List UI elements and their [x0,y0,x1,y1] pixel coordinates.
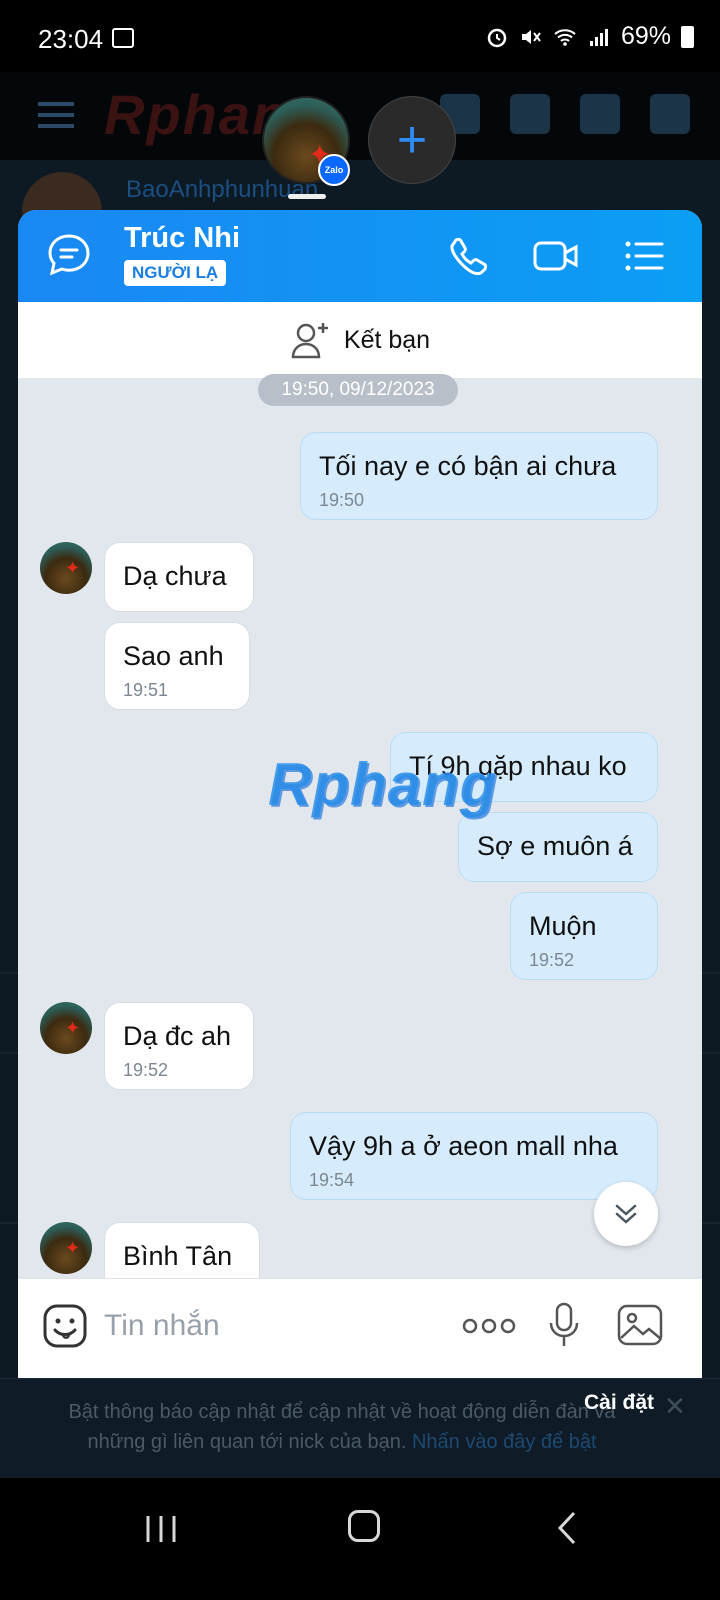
notification-text: Bật thông báo cập nhật để cập nhật về ho… [62,1397,622,1457]
search-icon [650,94,690,134]
chevron-double-down-icon [615,1204,637,1224]
signal-icon [589,28,608,46]
image-gallery-icon[interactable] [616,1303,664,1347]
enable-notifications-link[interactable]: Nhấn vào đây để bật [412,1431,597,1453]
video-call-icon[interactable] [532,234,580,278]
alarm-icon [487,28,507,47]
contact-avatar[interactable] [40,1222,92,1274]
status-time: 23:04 [38,24,104,54]
contact-avatar[interactable] [40,542,92,594]
watermark-logo: Rphang [268,750,497,819]
message-time: 19:52 [123,1060,169,1080]
system-nav-bar [0,1478,720,1600]
stranger-badge: NGƯỜI LẠ [124,260,227,286]
message-text: Dạ chưa [123,561,227,591]
add-friend-label: Kết bạn [343,325,431,354]
message-text: Dạ đc ah [123,1021,232,1051]
message-bubble-outgoing[interactable]: Muộn 19:52 [510,892,658,980]
message-bubble-incoming[interactable]: Dạ đc ah 19:52 [104,1002,254,1090]
message-time: 19:54 [309,1170,355,1190]
message-text: Sợ e muôn á [477,831,633,861]
chat-header: Trúc Nhi NGƯỜI LẠ [18,210,702,302]
contact-avatar[interactable] [40,1002,92,1054]
battery-level: 69% [620,22,671,50]
message-text: Vậy 9h a ở aeon mall nha [309,1131,618,1161]
message-text: Bình Tân [123,1241,233,1271]
settings-button[interactable]: Cài đặt [584,1391,654,1415]
message-input[interactable]: Tin nhắn [104,1309,220,1343]
add-friend-button[interactable]: Kết bạn [18,302,702,378]
message-bubble-incoming[interactable]: Dạ chưa [104,542,254,612]
menu-icon [38,102,74,128]
message-text: Muộn [529,911,597,941]
message-bubble-outgoing[interactable]: Sợ e muôn á [458,812,658,882]
sticker-icon[interactable] [42,1303,88,1349]
message-bubble-incoming[interactable]: Sao anh 19:51 [104,622,250,710]
message-time: 19:52 [529,950,575,970]
chat-head-indicator [288,194,326,199]
watermark-text: Rphang [268,751,498,818]
battery-icon [681,25,694,48]
message-time: 19:50 [319,490,365,510]
phone-screen: 23:04 69% Rphang BaoAnhphunhuan ✦ Zalo +… [0,0,720,1600]
add-friend-icon [291,323,328,359]
bell-icon [510,94,550,134]
background-app-header: Rphang [0,72,720,160]
message-text: Sao anh [123,641,224,671]
more-options-icon[interactable] [462,1317,516,1335]
recent-apps-icon[interactable] [144,1514,178,1544]
notification-banner: Bật thông báo cập nhật để cập nhật về ho… [0,1378,720,1478]
scroll-to-bottom-button[interactable] [594,1182,658,1246]
wifi-icon [554,28,576,46]
message-bubble-outgoing[interactable]: Tối nay e có bận ai chưa 19:50 [300,432,658,520]
status-bar: 23:04 69% [0,0,720,72]
message-time: 19:51 [123,680,169,700]
chat-bubble-icon[interactable] [46,232,92,278]
status-icons: 69% [485,22,694,51]
date-separator: 19:50, 09/12/2023 [258,374,458,406]
zalo-badge: Zalo [318,154,350,186]
chat-window: Trúc Nhi NGƯỜI LẠ Kết bạn 19:50, 09/12/2… [18,210,702,1394]
message-bubble-outgoing[interactable]: Vậy 9h a ở aeon mall nha 19:54 [290,1112,658,1200]
mute-icon [521,29,541,44]
back-icon[interactable] [556,1510,578,1546]
background-toolbar [440,94,690,134]
phone-call-icon[interactable] [446,234,494,278]
microphone-icon[interactable] [548,1301,580,1349]
add-chat-head-button[interactable]: + [368,96,456,184]
close-icon[interactable]: ✕ [664,1391,686,1422]
message-input-bar: Tin nhắn [18,1278,702,1394]
store-icon [580,94,620,134]
message-text: Tối nay e có bận ai chưa [319,451,617,481]
options-menu-icon[interactable] [620,234,668,278]
contact-name: Trúc Nhi [124,222,241,254]
home-icon[interactable] [348,1510,380,1542]
gallery-icon [112,28,134,48]
